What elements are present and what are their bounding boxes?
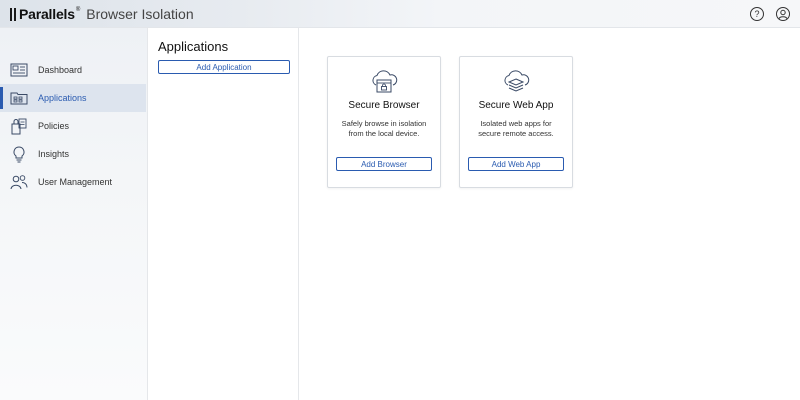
secure-web-app-card: Secure Web App Isolated web apps for sec… — [459, 56, 573, 188]
card-description-line: from the local device. — [348, 129, 420, 138]
sidebar: Dashboard Applications Policies Insights — [0, 28, 148, 400]
add-application-button[interactable]: Add Application — [158, 60, 290, 74]
dashboard-icon — [10, 63, 28, 77]
card-title: Secure Browser — [348, 100, 420, 111]
lightbulb-icon — [13, 146, 25, 163]
cloud-stack-icon — [504, 70, 530, 92]
sidebar-item-applications[interactable]: Applications — [0, 84, 146, 112]
users-icon — [10, 175, 28, 190]
sidebar-item-label: Applications — [38, 93, 87, 103]
help-glyph: ? — [754, 8, 760, 19]
applications-panel: Applications Add Application — [148, 28, 299, 400]
sidebar-item-label: User Management — [38, 177, 113, 187]
brand-logo: Parallels ® Browser Isolation — [10, 5, 194, 23]
card-description-line: secure remote access. — [478, 129, 554, 138]
card-description: Isolated web apps for secure remote acce… — [466, 119, 566, 139]
product-name: Browser Isolation — [86, 6, 194, 22]
secure-browser-card: Secure Browser Safely browse in isolatio… — [327, 56, 441, 188]
top-bar: Parallels ® Browser Isolation ? — [0, 0, 800, 28]
sidebar-item-policies[interactable]: Policies — [0, 112, 146, 140]
sidebar-item-user-management[interactable]: User Management — [0, 168, 146, 196]
sidebar-item-label: Insights — [38, 149, 70, 159]
sidebar-item-label: Dashboard — [38, 65, 83, 75]
card-description-line: Isolated web apps for — [480, 119, 552, 128]
parallels-logo-icon — [10, 7, 16, 21]
user-glyph-icon — [778, 9, 788, 20]
sidebar-item-insights[interactable]: Insights — [0, 140, 146, 168]
applications-icon — [10, 92, 28, 105]
user-circle-icon[interactable] — [776, 7, 790, 21]
cloud-browser-icon — [372, 70, 398, 93]
brand-registered-mark: ® — [75, 7, 81, 13]
page-title: Applications — [158, 39, 229, 54]
help-circle-icon[interactable]: ? — [750, 7, 764, 21]
card-description-line: Safely browse in isolation — [341, 119, 427, 128]
sidebar-item-label: Policies — [38, 121, 70, 131]
brand-name: Parallels — [19, 6, 75, 22]
add-browser-button[interactable]: Add Browser — [336, 157, 432, 171]
sidebar-item-dashboard[interactable]: Dashboard — [0, 56, 146, 84]
add-web-app-button[interactable]: Add Web App — [468, 157, 564, 171]
card-title: Secure Web App — [478, 100, 554, 111]
card-description: Safely browse in isolation from the loca… — [334, 119, 434, 139]
policies-icon — [11, 118, 27, 135]
